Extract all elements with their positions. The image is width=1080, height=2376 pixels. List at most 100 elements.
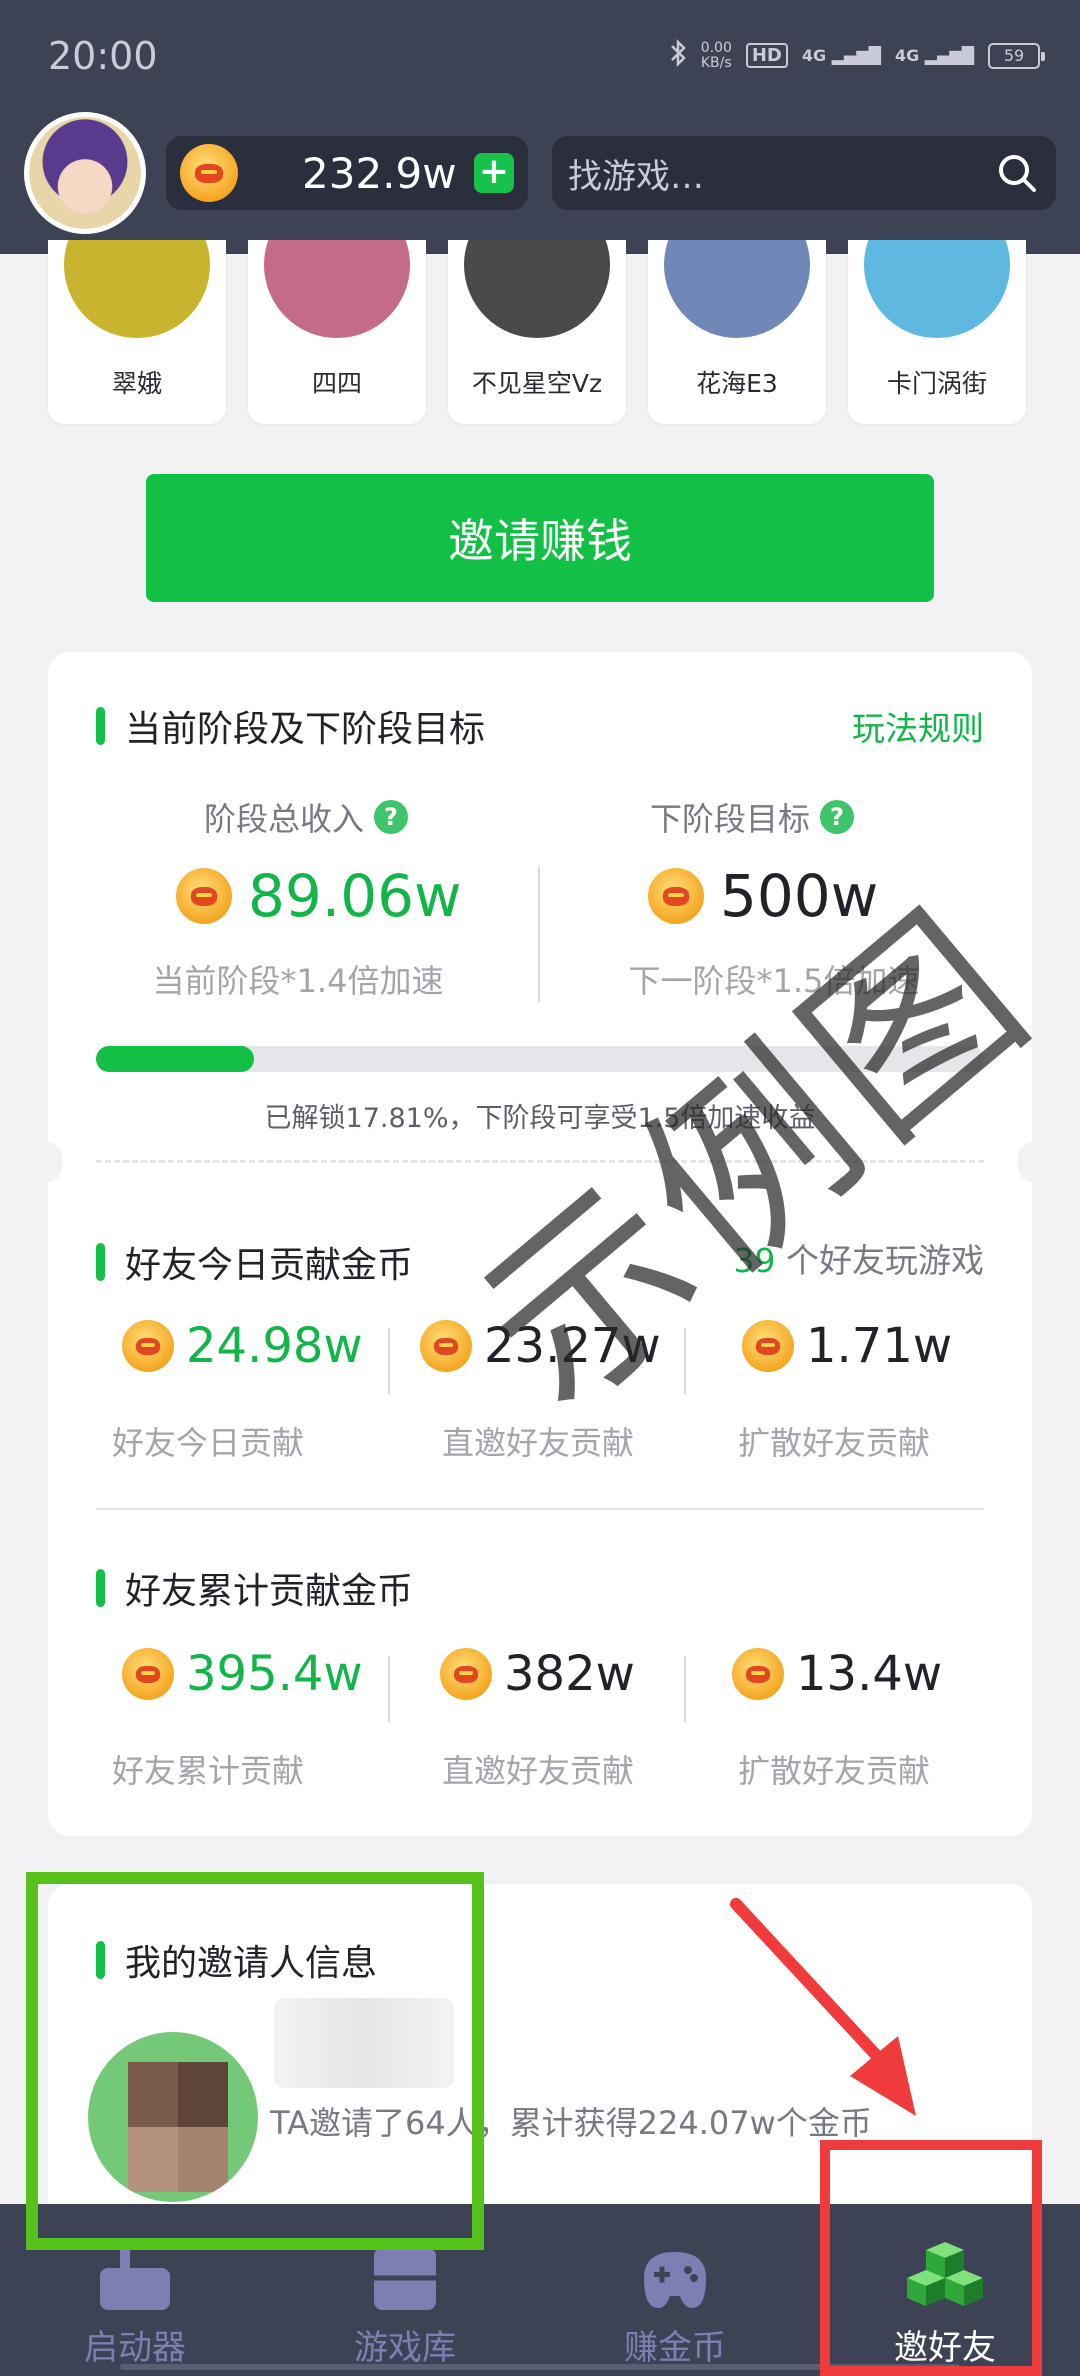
stage-section-title: 当前阶段及下阶段目标 [96, 700, 485, 752]
friend-card[interactable]: 翠娥 [48, 240, 226, 424]
total-cumulative-amount: 395.4w [186, 1646, 363, 1702]
friend-avatar [464, 240, 610, 338]
signal-icon: 4G ▂▄▆█ [801, 46, 881, 65]
stage-card: 当前阶段及下阶段目标 玩法规则 阶段总收入 ? 89.06w 当前阶段*1.4倍… [32, 652, 1048, 1836]
total-cumulative-value: 395.4w [122, 1646, 363, 1702]
next-boost-text: 下一阶段*1.5倍加速 [628, 962, 920, 1000]
today-direct-label: 直邀好友贡献 [441, 1424, 634, 1462]
status-icons: 0.00 KB/s HD 4G ▂▄▆█ 4G ▂▄▆█ 59 [669, 38, 1045, 73]
nav-earn-coins-label: 赚金币 [624, 2328, 726, 2368]
next-target-value: 500w [648, 862, 878, 930]
nav-game-library-label: 游戏库 [354, 2328, 456, 2368]
add-coins-button[interactable]: + [474, 153, 514, 193]
next-target-label-text: 下阶段目标 [650, 800, 811, 838]
today-spread-label: 扩散好友贡献 [737, 1424, 930, 1462]
total-income-value: 89.06w [176, 862, 461, 930]
today-section-title: 好友今日贡献金币 [96, 1236, 413, 1288]
friends-count: 39 [733, 1241, 776, 1280]
net-speed-unit: KB/s [700, 54, 732, 71]
coin-icon [648, 868, 704, 924]
app-header: 20:00 0.00 KB/s HD 4G ▂▄▆█ 4G ▂▄▆█ 59 232… [0, 0, 1080, 254]
hd-badge: HD [745, 43, 788, 68]
friend-name: 不见星空Vz [471, 369, 603, 398]
friend-card[interactable]: 花海E3 [648, 240, 826, 424]
coin-icon [420, 1320, 472, 1372]
stage-progress-fill [96, 1046, 255, 1072]
friends-count-suffix: 个好友玩游戏 [786, 1241, 984, 1280]
today-total-value: 24.98w [122, 1318, 363, 1374]
search-placeholder: 找游戏… [568, 156, 704, 197]
friend-card[interactable]: 四四 [248, 240, 426, 424]
today-total-label: 好友今日贡献 [111, 1424, 304, 1462]
divider [538, 866, 540, 1002]
ticket-notch-left [32, 1142, 62, 1182]
total-spread-value: 13.4w [732, 1646, 942, 1702]
net-speed-value: 0.00 [700, 39, 732, 56]
signal-label-1: 4G [801, 46, 827, 65]
friend-avatar [264, 240, 410, 338]
annotation-green-box [26, 1872, 484, 2250]
current-boost-text: 当前阶段*1.4倍加速 [152, 962, 444, 1000]
coin-balance-pill[interactable]: 232.9w + [166, 136, 528, 210]
coin-icon [176, 868, 232, 924]
divider [388, 1656, 390, 1722]
friend-avatar [64, 240, 210, 338]
friend-card[interactable]: 不见星空Vz [448, 240, 626, 424]
today-total-amount: 24.98w [186, 1318, 363, 1374]
divider [684, 1328, 686, 1394]
help-icon[interactable]: ? [374, 800, 409, 834]
coin-icon [732, 1648, 784, 1700]
next-target-amount: 500w [720, 862, 879, 930]
title-accent-bar [96, 707, 105, 745]
rules-link[interactable]: 玩法规则 [852, 702, 984, 750]
divider [388, 1328, 390, 1394]
dashed-divider [96, 1160, 984, 1163]
section-divider [96, 1508, 984, 1510]
coin-icon [440, 1648, 492, 1700]
ticket-notch-right [1018, 1142, 1048, 1182]
friend-avatar [664, 240, 810, 338]
friend-card[interactable]: 卡门涡街 [848, 240, 1026, 424]
total-section-title: 好友累计贡献金币 [96, 1562, 413, 1614]
friend-name: 翠娥 [111, 369, 162, 398]
nav-earn-coins[interactable]: 赚金币 [540, 2204, 810, 2376]
signal-label-2: 4G [894, 46, 920, 65]
search-icon[interactable] [996, 152, 1038, 194]
game-library-icon [374, 2242, 436, 2310]
net-speed: 0.00 KB/s [700, 39, 732, 71]
today-direct-amount: 23.27w [484, 1318, 661, 1374]
total-income-amount: 89.06w [248, 862, 462, 930]
nav-launcher-label: 启动器 [84, 2328, 186, 2368]
friends-playing-count[interactable]: 39 个好友玩游戏 [734, 1234, 985, 1282]
annotation-arrow-icon [730, 1898, 916, 2116]
total-income-label-text: 阶段总收入 [204, 800, 365, 838]
help-icon[interactable]: ? [820, 800, 855, 834]
today-direct-value: 23.27w [420, 1318, 661, 1374]
search-input[interactable]: 找游戏… [552, 136, 1056, 210]
user-avatar[interactable] [24, 112, 146, 234]
coin-icon [180, 144, 238, 202]
launcher-icon [100, 2246, 170, 2310]
next-target-label: 下阶段目标 ? [650, 794, 855, 840]
signal-icon-2: 4G ▂▄▆█ [894, 46, 974, 65]
stage-title-text: 当前阶段及下阶段目标 [125, 709, 486, 750]
coin-balance: 232.9w [302, 148, 457, 198]
annotation-red-box [820, 2140, 1042, 2376]
total-title-text: 好友累计贡献金币 [125, 1571, 414, 1612]
total-cumulative-label: 好友累计贡献 [111, 1752, 304, 1790]
progress-note: 已解锁17.81%，下阶段可享受1.5倍加速收益 [264, 1103, 816, 1134]
stage-progress-bar [96, 1046, 984, 1072]
gamepad-icon [644, 2252, 706, 2308]
battery-icon: 59 [988, 42, 1045, 69]
title-accent-bar [96, 1243, 105, 1281]
invite-earn-button[interactable]: 邀请赚钱 [146, 474, 934, 602]
friend-name: 卡门涡街 [886, 369, 987, 398]
today-spread-value: 1.71w [742, 1318, 952, 1374]
divider [684, 1656, 686, 1722]
bluetooth-icon [669, 38, 687, 73]
coin-icon [742, 1320, 794, 1372]
today-title-text: 好友今日贡献金币 [125, 1245, 414, 1286]
total-income-label: 阶段总收入 ? [204, 794, 409, 840]
total-direct-label: 直邀好友贡献 [441, 1752, 634, 1790]
total-spread-label: 扩散好友贡献 [737, 1752, 930, 1790]
